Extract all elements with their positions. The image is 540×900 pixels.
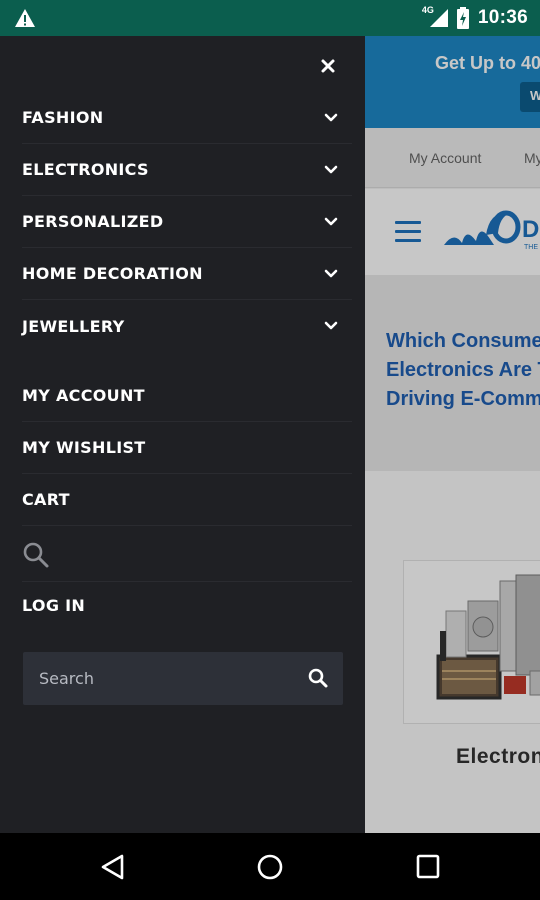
navigation-drawer: FASHION ELECTRONICS PERSONALIZED HOME DE… [0,36,365,833]
chevron-down-icon[interactable] [324,269,338,279]
search-submit-icon[interactable] [307,667,329,689]
menu-item-personalized[interactable]: PERSONALIZED [22,196,352,248]
menu-item-my-wishlist[interactable]: MY WISHLIST [22,422,352,474]
battery-charging-icon [456,7,469,29]
status-bar: 4G 10:36 [0,0,540,36]
menu-item-electronics[interactable]: ELECTRONICS [22,144,352,196]
menu-item-label: CART [22,490,70,509]
close-icon[interactable] [318,56,338,76]
clock: 10:36 [477,7,528,28]
menu-item-log-in[interactable]: LOG IN [22,584,352,628]
menu-item-label: ELECTRONICS [22,160,149,179]
menu-item-jewellery[interactable]: JEWELLERY [22,300,352,352]
system-nav-bar [0,833,540,900]
back-icon[interactable] [98,853,128,881]
search-icon[interactable] [22,541,50,569]
menu-item-my-account[interactable]: MY ACCOUNT [22,370,352,422]
menu-item-label: MY WISHLIST [22,438,146,457]
menu-item-cart[interactable]: CART [22,474,352,526]
menu-item-fashion[interactable]: FASHION [22,92,352,144]
menu-item-label: PERSONALIZED [22,212,164,231]
menu-item-label: JEWELLERY [22,316,125,336]
chevron-down-icon[interactable] [324,165,338,175]
chevron-down-icon[interactable] [324,321,338,331]
search-box [23,652,343,705]
drawer-scrim[interactable] [365,36,540,833]
warning-icon [15,9,35,27]
menu-item-label: MY ACCOUNT [22,386,145,405]
menu-item-home-decoration[interactable]: HOME DECORATION [22,248,352,300]
home-icon[interactable] [255,853,285,881]
recents-icon[interactable] [413,853,443,881]
chevron-down-icon[interactable] [324,217,338,227]
chevron-down-icon[interactable] [324,113,338,123]
search-toggle[interactable] [22,528,352,582]
search-input[interactable] [23,652,293,705]
menu-item-label: LOG IN [22,596,86,615]
menu-item-label: FASHION [22,108,104,127]
menu-item-label: HOME DECORATION [22,264,203,283]
signal-icon: 4G [422,5,448,29]
